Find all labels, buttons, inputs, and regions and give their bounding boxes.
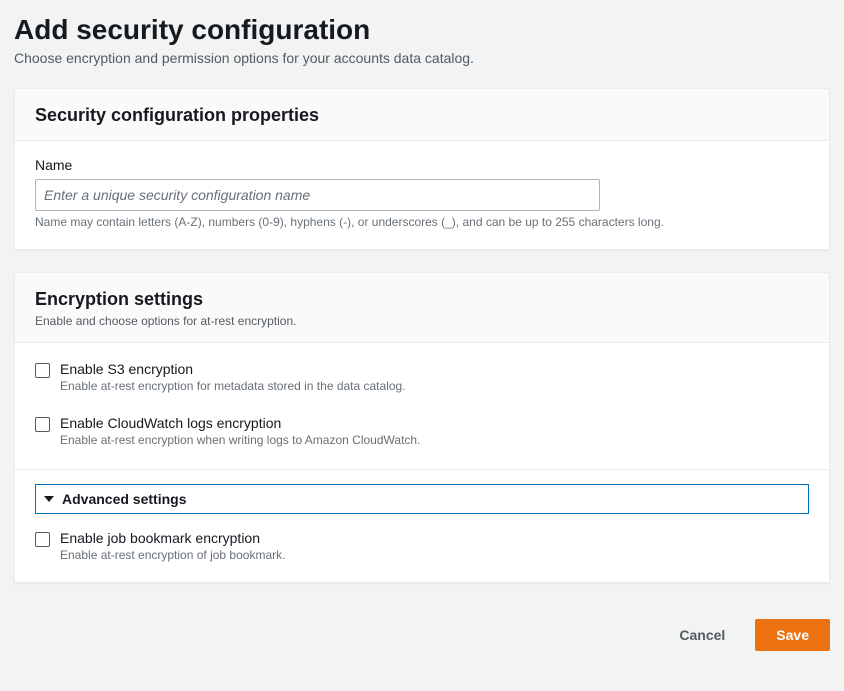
name-input[interactable] bbox=[35, 179, 600, 211]
encryption-panel: Encryption settings Enable and choose op… bbox=[14, 272, 830, 583]
encryption-subheading: Enable and choose options for at-rest en… bbox=[35, 314, 809, 328]
encryption-heading: Encryption settings bbox=[35, 289, 809, 310]
encryption-header: Encryption settings Enable and choose op… bbox=[15, 273, 829, 343]
properties-panel: Security configuration properties Name N… bbox=[14, 88, 830, 250]
cloudwatch-label: Enable CloudWatch logs encryption bbox=[60, 415, 809, 431]
name-hint: Name may contain letters (A-Z), numbers … bbox=[35, 215, 809, 229]
advanced-settings-toggle[interactable]: Advanced settings bbox=[35, 484, 809, 514]
footer: Cancel Save bbox=[14, 605, 830, 651]
s3-content: Enable S3 encryption Enable at-rest encr… bbox=[60, 361, 809, 393]
bookmark-label: Enable job bookmark encryption bbox=[60, 530, 809, 546]
properties-body: Name Name may contain letters (A-Z), num… bbox=[15, 141, 829, 249]
advanced-body: Enable job bookmark encryption Enable at… bbox=[15, 528, 829, 582]
s3-encryption-checkbox[interactable] bbox=[35, 363, 50, 378]
caret-down-icon bbox=[44, 496, 54, 502]
cloudwatch-encryption-checkbox[interactable] bbox=[35, 417, 50, 432]
page-title: Add security configuration bbox=[14, 14, 830, 46]
advanced-label: Advanced settings bbox=[62, 491, 186, 507]
bookmark-encryption-row: Enable job bookmark encryption Enable at… bbox=[35, 528, 809, 564]
cancel-button[interactable]: Cancel bbox=[659, 619, 745, 651]
cloudwatch-encryption-row: Enable CloudWatch logs encryption Enable… bbox=[35, 413, 809, 449]
page-subtitle: Choose encryption and permission options… bbox=[14, 50, 830, 66]
encryption-body: Enable S3 encryption Enable at-rest encr… bbox=[15, 343, 829, 469]
cloudwatch-content: Enable CloudWatch logs encryption Enable… bbox=[60, 415, 809, 447]
bookmark-encryption-checkbox[interactable] bbox=[35, 532, 50, 547]
save-button[interactable]: Save bbox=[755, 619, 830, 651]
s3-desc: Enable at-rest encryption for metadata s… bbox=[60, 379, 809, 393]
properties-heading: Security configuration properties bbox=[35, 105, 809, 126]
s3-encryption-row: Enable S3 encryption Enable at-rest encr… bbox=[35, 359, 809, 395]
properties-header: Security configuration properties bbox=[15, 89, 829, 141]
name-label: Name bbox=[35, 157, 809, 173]
s3-label: Enable S3 encryption bbox=[60, 361, 809, 377]
bookmark-desc: Enable at-rest encryption of job bookmar… bbox=[60, 548, 809, 562]
cloudwatch-desc: Enable at-rest encryption when writing l… bbox=[60, 433, 809, 447]
bookmark-content: Enable job bookmark encryption Enable at… bbox=[60, 530, 809, 562]
